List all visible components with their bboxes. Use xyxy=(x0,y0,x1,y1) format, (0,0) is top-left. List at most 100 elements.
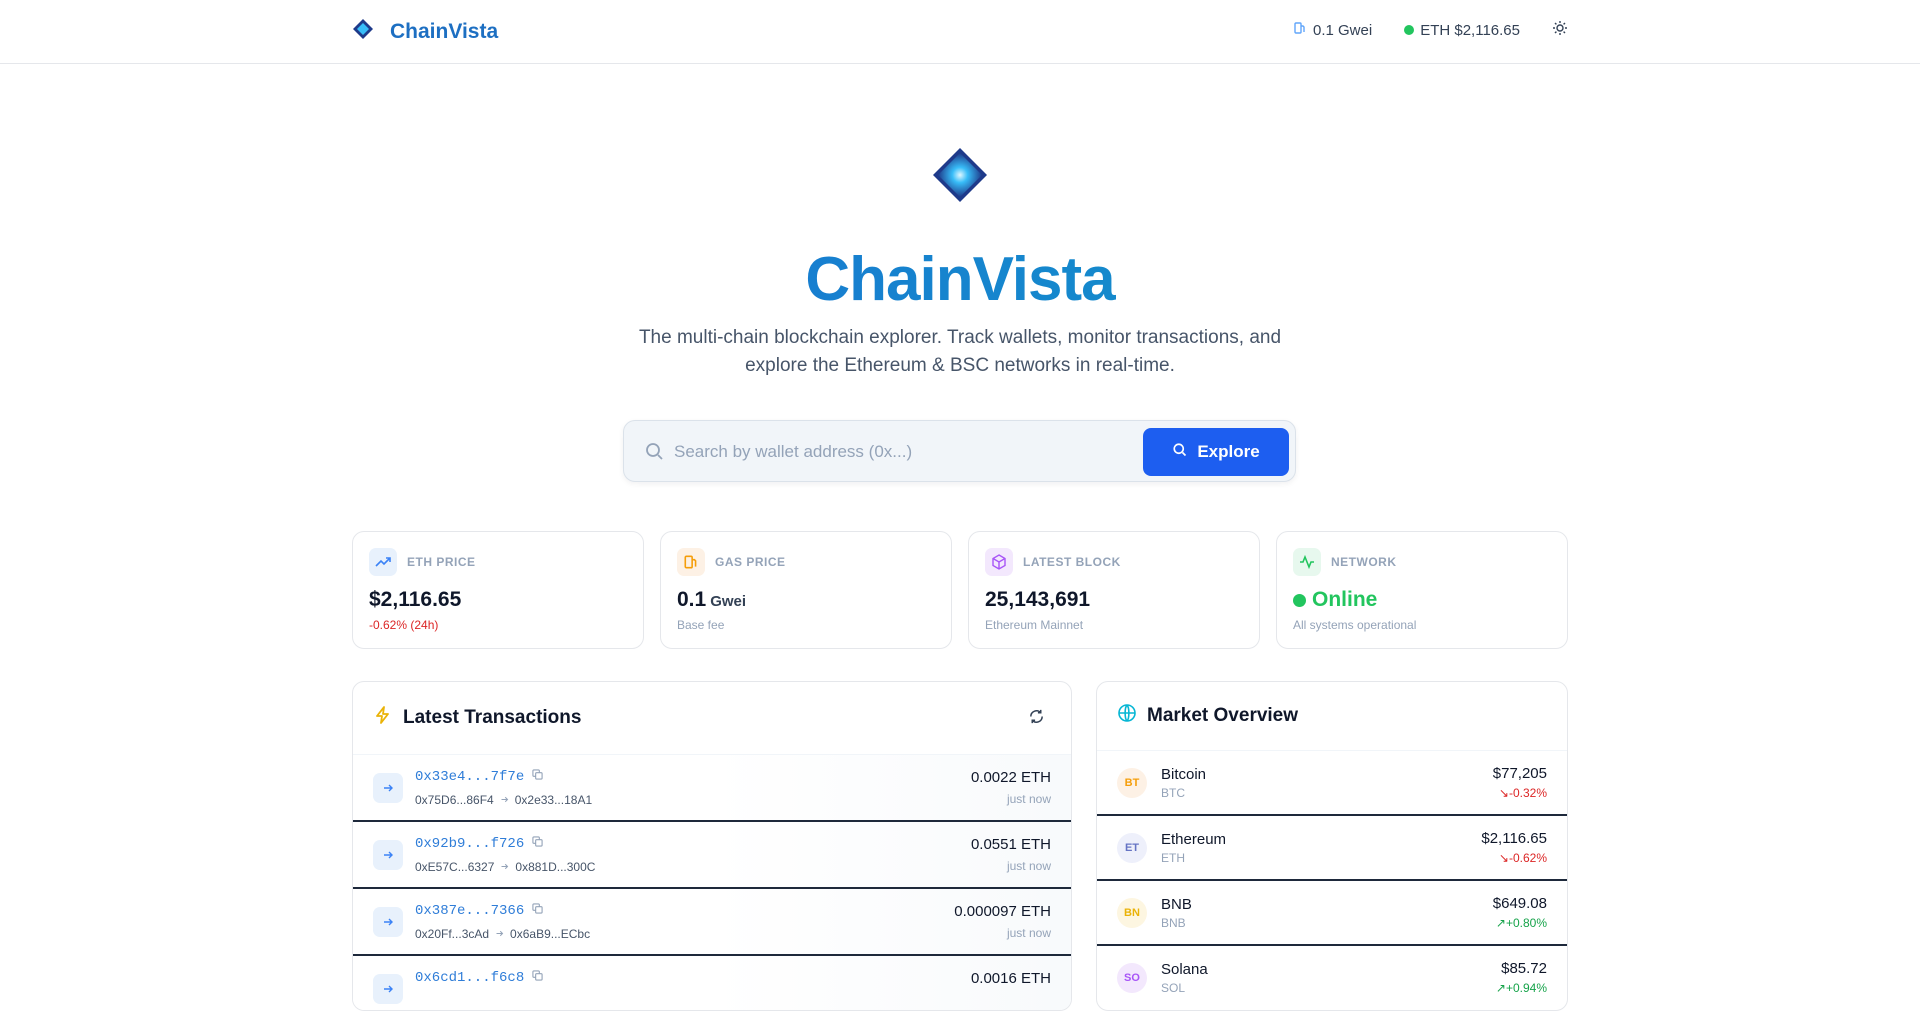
arrow-right-icon xyxy=(500,860,509,874)
globe-icon xyxy=(1117,703,1137,729)
status-dot-icon xyxy=(1404,25,1415,35)
refresh-icon[interactable] xyxy=(1028,708,1045,731)
search-icon xyxy=(644,441,664,466)
tx-to[interactable]: 0x2e33...18A1 xyxy=(515,793,592,807)
explore-button[interactable]: Explore xyxy=(1143,428,1289,476)
tx-to[interactable]: 0x6aB9...ECbc xyxy=(510,927,590,941)
coin-price: $77,205 xyxy=(1492,765,1547,782)
coin-symbol: BNB xyxy=(1161,916,1186,930)
stat-card-latest-block: LATEST BLOCK 25,143,691 Ethereum Mainnet xyxy=(968,531,1260,649)
stat-value: 25,143,691 xyxy=(985,588,1091,611)
coin-name: Bitcoin xyxy=(1161,766,1207,783)
stat-value: $2,116.65 xyxy=(369,588,462,611)
tx-from[interactable]: 0x75D6...86F4 xyxy=(415,793,494,807)
stat-value: 0.1 xyxy=(677,588,707,611)
list-item[interactable]: SO Solana SOL $85.72 ↗+0.94% xyxy=(1097,946,1567,1010)
trending-down-icon: ↘ xyxy=(1498,851,1509,865)
coin-badge: ET xyxy=(1117,833,1147,863)
coin-name: BNB xyxy=(1161,896,1192,913)
gas-value: 0.1 Gwei xyxy=(1313,21,1373,39)
tx-amount: 0.0551 ETH xyxy=(970,836,1051,853)
wallet-search-input[interactable] xyxy=(674,433,1134,471)
latest-transactions-panel: Latest Transactions 0x33e4...7f7e 0x75D6… xyxy=(352,681,1072,1011)
brand-link[interactable]: ChainVista xyxy=(352,18,498,45)
stat-value: Online xyxy=(1312,588,1378,611)
tx-hash-link[interactable]: 0x6cd1...f6c8 xyxy=(415,970,524,986)
tx-hash-link[interactable]: 0x92b9...f726 xyxy=(415,836,524,852)
list-item[interactable]: BT Bitcoin BTC $77,205 ↘-0.32% xyxy=(1097,751,1567,816)
trending-up-icon xyxy=(369,548,397,576)
activity-icon xyxy=(1293,548,1321,576)
stat-unit: Gwei xyxy=(710,593,747,610)
gas-indicator: 0.1 Gwei xyxy=(1293,21,1372,39)
diamond-logo-icon xyxy=(352,18,374,45)
stat-card-network: NETWORK Online All systems operational xyxy=(1276,531,1568,649)
tx-time: just now xyxy=(1006,859,1051,873)
stat-label: ETH PRICE xyxy=(407,555,476,569)
coin-price: $649.08 xyxy=(1492,895,1547,912)
panel-title: Market Overview xyxy=(1147,705,1299,726)
table-row[interactable]: 0x33e4...7f7e 0x75D6...86F4 0x2e33...18A1… xyxy=(353,755,1071,822)
coin-price: $85.72 xyxy=(1501,960,1547,977)
list-item[interactable]: ET Ethereum ETH $2,116.65 ↘-0.62% xyxy=(1097,816,1567,881)
stat-sub: All systems operational xyxy=(1293,618,1417,632)
stat-sub: -0.62% (24h) xyxy=(369,618,439,632)
copy-icon[interactable] xyxy=(532,970,543,986)
arrow-right-icon xyxy=(373,773,403,803)
stat-label: NETWORK xyxy=(1331,555,1397,569)
search-bar: Explore xyxy=(623,420,1296,482)
panel-title: Latest Transactions xyxy=(403,707,582,728)
tx-amount: 0.0022 ETH xyxy=(970,769,1051,786)
online-dot-icon xyxy=(1293,593,1306,607)
coin-badge: BT xyxy=(1117,768,1147,798)
stat-label: LATEST BLOCK xyxy=(1023,555,1121,569)
coin-badge: BN xyxy=(1117,898,1147,928)
tx-hash-link[interactable]: 0x33e4...7f7e xyxy=(415,769,524,785)
stat-label: GAS PRICE xyxy=(715,555,786,569)
table-row[interactable]: 0x92b9...f726 0xE57C...6327 0x881D...300C… xyxy=(353,822,1071,889)
tx-amount: 0.000097 ETH xyxy=(954,903,1051,920)
tx-hash-link[interactable]: 0x387e...7366 xyxy=(415,903,524,919)
arrow-right-icon xyxy=(373,974,403,1004)
copy-icon[interactable] xyxy=(532,836,543,852)
tx-from[interactable]: 0xE57C...6327 xyxy=(415,860,494,874)
coin-symbol: ETH xyxy=(1161,851,1185,865)
eth-price-indicator: ETH $2,116.65 xyxy=(1404,22,1520,39)
tx-amount: 0.0016 ETH xyxy=(970,970,1051,987)
top-navbar: ChainVista 0.1 Gwei ETH $2,116.65 xyxy=(0,0,1920,64)
hero-title: ChainVista xyxy=(0,244,1920,315)
arrow-right-icon xyxy=(495,927,504,941)
coin-price: $2,116.65 xyxy=(1481,830,1547,847)
coin-change: -0.62% xyxy=(1508,851,1547,865)
fuel-icon xyxy=(1293,21,1307,39)
fuel-icon xyxy=(677,548,705,576)
stat-card-eth-price: ETH PRICE $2,116.65 -0.62% (24h) xyxy=(352,531,644,649)
hero-logo-icon xyxy=(932,147,988,208)
coin-change: -0.32% xyxy=(1508,786,1547,800)
arrow-right-icon xyxy=(373,907,403,937)
table-row[interactable]: 0x6cd1...f6c8 0.0016 ETH xyxy=(353,956,1071,1010)
coin-badge: SO xyxy=(1117,963,1147,993)
coin-symbol: BTC xyxy=(1161,786,1185,800)
market-overview-panel: Market Overview BT Bitcoin BTC $77,205 ↘… xyxy=(1096,681,1568,1011)
stat-card-gas-price: GAS PRICE 0.1 Gwei Base fee xyxy=(660,531,952,649)
table-row[interactable]: 0x387e...7366 0x20Ff...3cAd 0x6aB9...ECbc… xyxy=(353,889,1071,956)
tx-time: just now xyxy=(1006,926,1051,940)
copy-icon[interactable] xyxy=(532,769,543,785)
list-item[interactable]: BN BNB BNB $649.08 ↗+0.80% xyxy=(1097,881,1567,946)
hero-subtitle: The multi-chain blockchain explorer. Tra… xyxy=(638,327,1282,376)
arrow-right-icon xyxy=(373,840,403,870)
tx-to[interactable]: 0x881D...300C xyxy=(515,860,595,874)
tx-time: just now xyxy=(1006,792,1051,806)
trending-down-icon: ↘ xyxy=(1498,786,1509,800)
stat-sub: Ethereum Mainnet xyxy=(985,618,1084,632)
coin-name: Solana xyxy=(1161,961,1208,978)
trending-up-icon: ↗ xyxy=(1495,916,1506,930)
lightning-icon xyxy=(373,705,393,731)
sun-icon[interactable] xyxy=(1552,20,1568,40)
explore-button-label: Explore xyxy=(1197,442,1260,461)
copy-icon[interactable] xyxy=(532,903,543,919)
tx-from[interactable]: 0x20Ff...3cAd xyxy=(415,927,489,941)
stats-row: ETH PRICE $2,116.65 -0.62% (24h) GAS PRI… xyxy=(352,531,1568,649)
coin-name: Ethereum xyxy=(1161,831,1227,848)
